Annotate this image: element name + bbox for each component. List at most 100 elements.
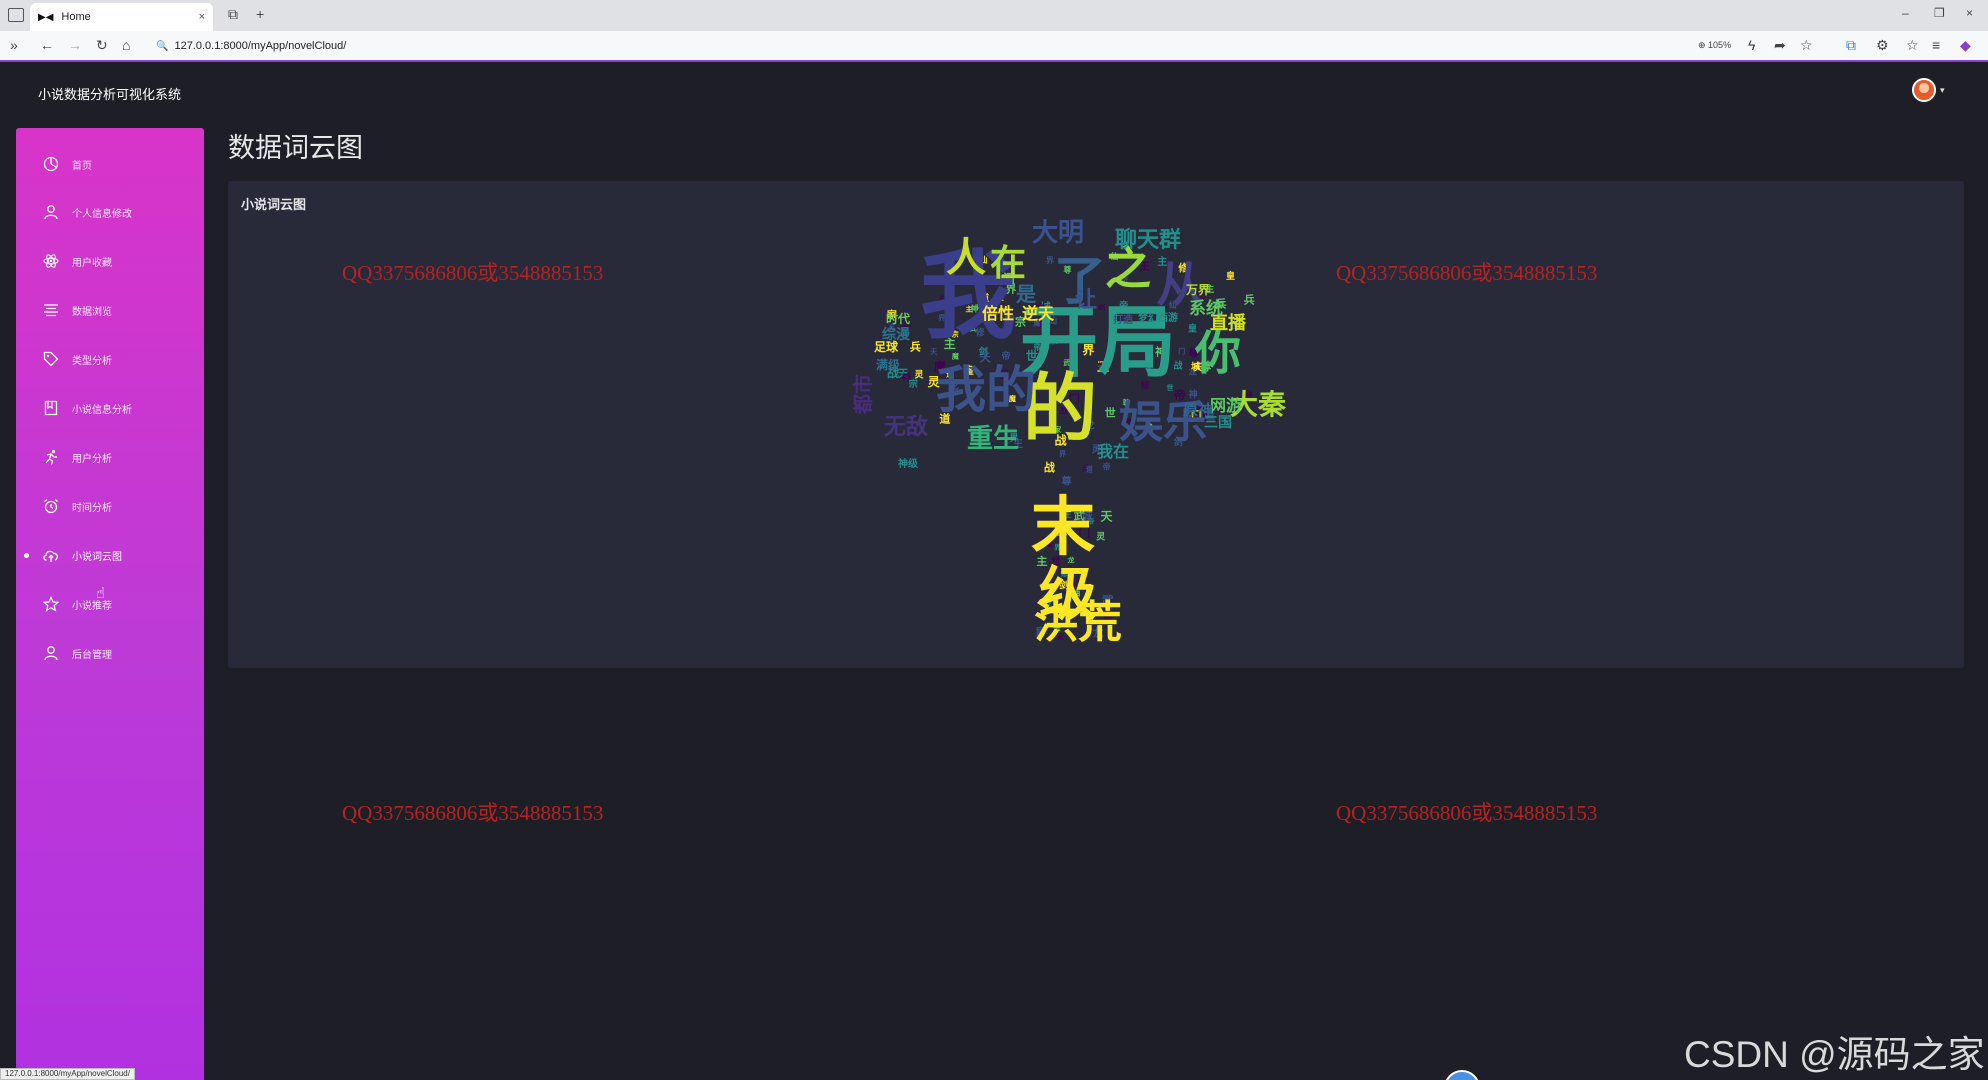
zoom-level: 105% bbox=[1708, 40, 1732, 50]
active-indicator bbox=[24, 553, 29, 558]
tab-close-icon[interactable]: × bbox=[199, 11, 205, 23]
window-close-button[interactable]: × bbox=[1966, 6, 1973, 20]
zoom-indicator[interactable]: ⊕ 105% bbox=[1698, 40, 1731, 51]
read-aloud-icon[interactable]: ➦ bbox=[1774, 37, 1786, 54]
word-cloud-filler-word: 世 bbox=[1105, 405, 1116, 419]
word-cloud-filler-word: 兵 bbox=[1244, 293, 1255, 307]
word-cloud-word: 大明 bbox=[1032, 219, 1084, 248]
word-cloud-filler-word: 战 bbox=[1044, 460, 1055, 474]
app-title: 小说数据分析可视化系统 bbox=[38, 87, 182, 102]
word-cloud-word: 无敌 bbox=[884, 414, 928, 440]
atom-icon bbox=[40, 250, 62, 272]
sidebar-item-label: 类型分析 bbox=[72, 356, 112, 367]
word-cloud-filler-word: 帝 bbox=[1102, 461, 1110, 471]
word-cloud-filler-word: 神 bbox=[902, 372, 911, 384]
user-icon bbox=[40, 201, 62, 223]
watermark-text: QQ3375686806或3548885153 bbox=[1336, 261, 1598, 285]
user-avatar[interactable] bbox=[1912, 78, 1936, 102]
watermark-text: QQ3375686806或3548885153 bbox=[342, 801, 604, 825]
word-cloud-word: 重生 bbox=[967, 424, 1019, 454]
word-cloud-word: 是 bbox=[1015, 282, 1036, 306]
sidebar-item-time-analysis[interactable]: 时间分析 bbox=[16, 491, 204, 521]
tab-actions-icon[interactable] bbox=[8, 8, 24, 22]
word-cloud-filler-word: 灵 bbox=[914, 369, 925, 380]
floating-assistant-button[interactable] bbox=[1444, 1070, 1480, 1080]
sidebar-item-label: 首页 bbox=[72, 161, 92, 172]
sidebar-item-label: 小说推荐 bbox=[72, 601, 112, 612]
word-cloud-word: 聊天群 bbox=[1115, 227, 1181, 253]
sidebar-item-label: 个人信息修改 bbox=[72, 209, 132, 220]
sidebar-item-recommend[interactable]: 小说推荐 bbox=[16, 589, 204, 619]
word-cloud-word: 神级 bbox=[898, 457, 919, 470]
sidebar-item-favorites[interactable]: 用户收藏 bbox=[16, 246, 204, 276]
word-cloud-word: 时代 bbox=[886, 311, 910, 326]
favorite-star-icon[interactable]: ☆ bbox=[1800, 37, 1813, 54]
new-tab-button[interactable]: + bbox=[256, 6, 264, 22]
site-info-icon[interactable]: 🔍 bbox=[156, 41, 168, 52]
forward-icon[interactable]: → bbox=[68, 37, 82, 53]
sidebar-item-home[interactable]: 首页 bbox=[16, 149, 204, 179]
sidebar-item-user-analysis[interactable]: 用户分析 bbox=[16, 442, 204, 472]
word-cloud-filler-word: 尊 bbox=[1062, 474, 1072, 487]
back-icon[interactable]: ← bbox=[40, 37, 54, 53]
sidebar-item-label: 用户收藏 bbox=[72, 258, 112, 269]
sidebar-item-word-cloud[interactable]: 小说词云图 bbox=[16, 540, 204, 570]
maximize-button[interactable]: ❐ bbox=[1934, 6, 1945, 20]
word-cloud-word: 我在 bbox=[1097, 442, 1129, 461]
sidebar-toggle-icon[interactable]: » bbox=[10, 37, 18, 53]
collections-icon[interactable]: ⧉ bbox=[228, 6, 238, 23]
page-title: 数据词云图 bbox=[228, 133, 363, 163]
sidebar-item-data-browse[interactable]: 数据浏览 bbox=[16, 295, 204, 325]
sidebar-item-novel-info-analysis[interactable]: 小说信息分析 bbox=[16, 393, 204, 423]
word-cloud-word: 倍性 bbox=[982, 304, 1014, 323]
dashboard-icon bbox=[40, 153, 62, 175]
translate-icon[interactable]: ⧉ bbox=[1846, 37, 1856, 54]
browser-toolbar: » ← → ↻ ⌂ 🔍 127.0.0.1:8000/myApp/novelCl… bbox=[0, 31, 1988, 62]
menu-icon[interactable]: ≡ bbox=[1932, 37, 1940, 53]
tab-favicon-icon: ▶◀ bbox=[38, 11, 54, 23]
address-bar[interactable]: 🔍 127.0.0.1:8000/myApp/novelCloud/ bbox=[148, 35, 1708, 57]
sidebar-item-label: 小说词云图 bbox=[72, 552, 122, 563]
favorites-icon[interactable]: ☆ bbox=[1906, 37, 1919, 54]
card-title: 小说词云图 bbox=[241, 197, 307, 212]
word-cloud-word: 在 bbox=[990, 243, 1026, 284]
sidebar-item-admin[interactable]: 后台管理 bbox=[16, 638, 204, 668]
sidebar-item-label: 数据浏览 bbox=[72, 307, 112, 318]
chevron-down-icon[interactable]: ▾ bbox=[1940, 85, 1945, 96]
tag-icon bbox=[40, 348, 62, 370]
word-cloud-filler-word: 魔 bbox=[951, 352, 959, 361]
word-cloud-word: 系统 bbox=[1189, 298, 1223, 319]
sidebar-item-label: 小说信息分析 bbox=[72, 405, 132, 416]
alarm-icon bbox=[40, 495, 62, 517]
home-icon[interactable]: ⌂ bbox=[122, 37, 130, 53]
list-icon bbox=[40, 299, 62, 321]
browser-tab-bar: ▶◀ Home × ⧉ + – ❐ × bbox=[0, 0, 1988, 31]
copilot-icon[interactable]: ◆ bbox=[1960, 37, 1971, 54]
minimize-button[interactable]: – bbox=[1902, 6, 1909, 20]
sidebar-item-label: 时间分析 bbox=[72, 503, 112, 514]
sidebar-item-label: 用户分析 bbox=[72, 454, 112, 465]
word-cloud-chart: 天道神仙城王帝龙剑武魔灵界修尊皇宗门战兵家世界主天道神仙城王帝龙剑武魔灵界修尊皇… bbox=[851, 219, 1287, 648]
word-cloud-word: 万界 bbox=[1185, 282, 1210, 297]
word-cloud-word: 末 bbox=[1031, 491, 1095, 565]
word-cloud-card: 小说词云图 天道神仙城王帝龙剑武魔灵界修尊皇宗门战兵家世界主天道神仙城王帝龙剑武… bbox=[228, 181, 1964, 668]
tab-title: Home bbox=[61, 11, 91, 23]
lightning-icon[interactable]: ϟ bbox=[1748, 37, 1755, 53]
word-cloud-word: 综漫 bbox=[882, 326, 911, 343]
refresh-icon[interactable]: ↻ bbox=[96, 37, 108, 54]
star-icon bbox=[40, 593, 62, 615]
status-bar-url: 127.0.0.1:8000/myApp/novelCloud/ bbox=[0, 1068, 135, 1080]
word-cloud-word: 网游 bbox=[1210, 396, 1242, 415]
address-bar-url: 127.0.0.1:8000/myApp/novelCloud/ bbox=[174, 40, 347, 52]
browser-tab-home[interactable]: ▶◀ Home × bbox=[30, 3, 213, 31]
word-cloud-word: 梦幻西游 bbox=[1138, 311, 1178, 324]
sidebar-item-type-analysis[interactable]: 类型分析 bbox=[16, 344, 204, 374]
extensions-icon[interactable]: ⚙ bbox=[1876, 37, 1889, 54]
word-cloud-word: 打造 bbox=[1113, 313, 1134, 326]
word-cloud-filler-word: 门 bbox=[1178, 347, 1185, 356]
admin-user-icon bbox=[40, 642, 62, 664]
word-cloud-word: 级 bbox=[1039, 560, 1097, 628]
sidebar-item-profile-edit[interactable]: 个人信息修改 bbox=[16, 197, 204, 227]
sidebar-menu: 首页 个人信息修改 用户收藏 数据浏览 类型分析 小说信息分析 用户分析 时间分… bbox=[16, 128, 204, 1080]
word-cloud-filler-word: 道 bbox=[1086, 464, 1093, 473]
